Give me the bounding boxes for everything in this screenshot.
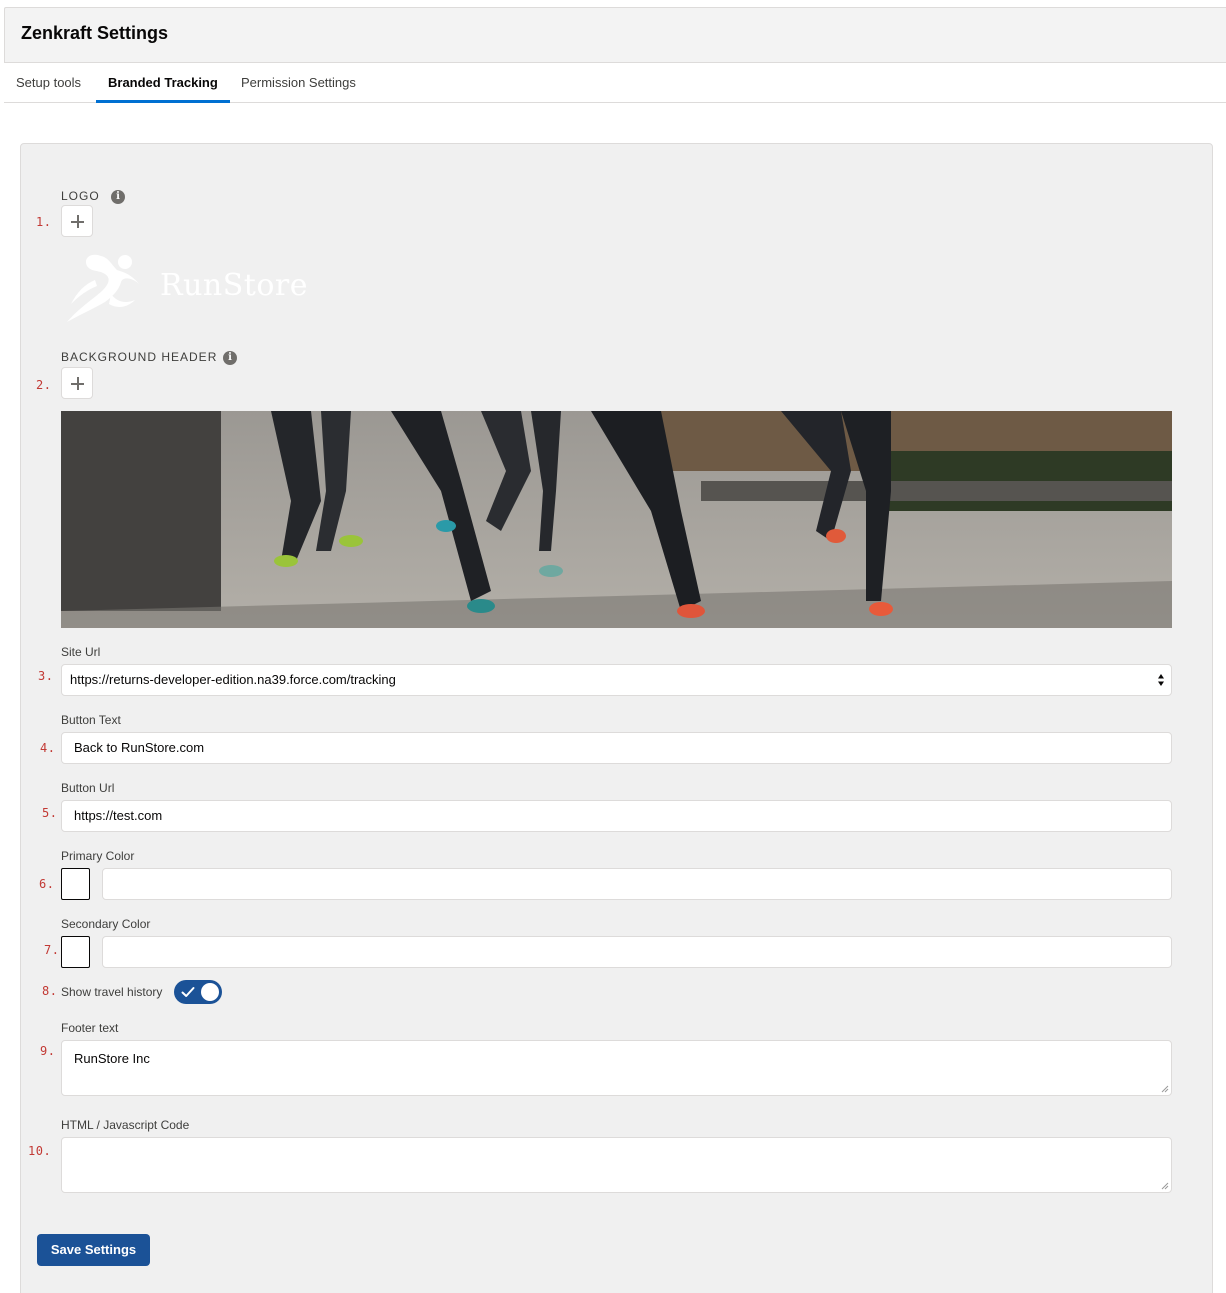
travel-history-toggle[interactable] xyxy=(174,980,222,1004)
primary-color-input[interactable] xyxy=(102,868,1172,900)
tab-branded-tracking[interactable]: Branded Tracking xyxy=(96,63,230,103)
marker-4: 4. xyxy=(40,741,56,755)
logo-label: LOGO xyxy=(61,189,100,203)
marker-10: 10. xyxy=(28,1144,52,1158)
button-url-label: Button Url xyxy=(61,781,115,795)
primary-color-label: Primary Color xyxy=(61,849,135,863)
footer-text-label: Footer text xyxy=(61,1021,119,1035)
info-icon[interactable]: i xyxy=(111,190,125,204)
marker-2: 2. xyxy=(36,378,52,392)
add-background-button[interactable] xyxy=(61,367,93,399)
secondary-color-label: Secondary Color xyxy=(61,917,151,931)
marker-3: 3. xyxy=(38,669,54,683)
footer-text-value: RunStore Inc xyxy=(74,1051,150,1066)
toggle-knob xyxy=(201,983,219,1001)
runner-logo-icon xyxy=(67,254,139,322)
resize-handle-icon[interactable] xyxy=(1161,1182,1169,1190)
page-title: Zenkraft Settings xyxy=(21,23,169,43)
footer-text-textarea[interactable]: RunStore Inc xyxy=(61,1040,1172,1096)
checkmark-icon xyxy=(181,987,195,997)
tab-permission-settings[interactable]: Permission Settings xyxy=(229,63,368,103)
add-logo-button[interactable] xyxy=(61,205,93,237)
travel-history-label: Show travel history xyxy=(61,985,163,999)
resize-handle-icon[interactable] xyxy=(1161,1085,1169,1093)
background-header-image xyxy=(61,411,1172,628)
site-url-label: Site Url xyxy=(61,645,101,659)
primary-color-swatch[interactable] xyxy=(61,868,90,900)
marker-9: 9. xyxy=(40,1044,56,1058)
page-header: Zenkraft Settings xyxy=(4,7,1226,63)
secondary-color-input[interactable] xyxy=(102,936,1172,968)
save-settings-button[interactable]: Save Settings xyxy=(37,1234,150,1266)
runstore-logo: RunStore xyxy=(61,250,311,330)
button-text-label: Button Text xyxy=(61,713,121,727)
site-url-value: https://returns-developer-edition.na39.f… xyxy=(70,672,396,687)
html-code-label: HTML / Javascript Code xyxy=(61,1118,190,1132)
select-arrows-icon xyxy=(1158,674,1164,686)
site-url-select[interactable]: https://returns-developer-edition.na39.f… xyxy=(61,664,1172,696)
button-url-input[interactable]: https://test.com xyxy=(61,800,1172,832)
info-icon[interactable]: i xyxy=(223,351,237,365)
marker-5: 5. xyxy=(42,806,58,820)
runners-photo xyxy=(61,411,1172,628)
marker-7: 7. xyxy=(44,943,60,957)
background-header-label: BACKGROUND HEADER xyxy=(61,350,218,364)
tab-bar: Setup tools Branded Tracking Permission … xyxy=(4,63,1226,103)
marker-6: 6. xyxy=(39,877,55,891)
logo-brand-text: RunStore xyxy=(160,268,308,303)
tab-setup-tools[interactable]: Setup tools xyxy=(4,63,93,103)
html-code-textarea[interactable] xyxy=(61,1137,1172,1193)
marker-8: 8. xyxy=(42,984,58,998)
button-text-input[interactable]: Back to RunStore.com xyxy=(61,732,1172,764)
marker-1: 1. xyxy=(36,215,52,229)
secondary-color-swatch[interactable] xyxy=(61,936,90,968)
